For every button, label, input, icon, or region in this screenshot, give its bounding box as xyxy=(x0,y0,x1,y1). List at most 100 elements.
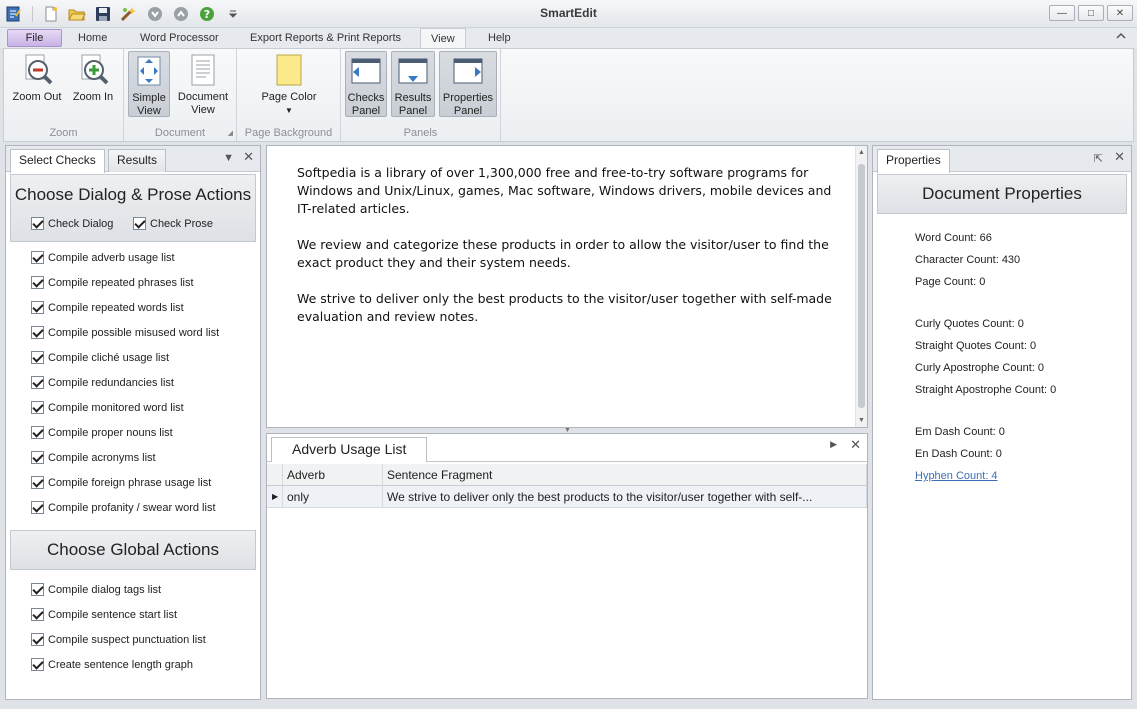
list-item[interactable]: Compile adverb usage list xyxy=(31,251,175,264)
tab-export-reports[interactable]: Export Reports & Print Reports xyxy=(240,28,411,49)
minimize-button[interactable]: — xyxy=(1049,5,1075,21)
collapse-ribbon-icon[interactable] xyxy=(1115,31,1127,44)
checkbox-checked[interactable] xyxy=(31,451,44,464)
document-properties-header: Document Properties xyxy=(877,174,1127,214)
panel-close-icon[interactable]: ✕ xyxy=(1114,149,1125,165)
maximize-button[interactable]: □ xyxy=(1078,5,1104,21)
checkbox-checked[interactable] xyxy=(31,217,44,230)
list-item[interactable]: Compile dialog tags list xyxy=(31,583,161,596)
close-button[interactable]: ✕ xyxy=(1107,5,1133,21)
scroll-up-icon[interactable]: ▲ xyxy=(858,149,865,156)
list-item[interactable]: Compile sentence start list xyxy=(31,608,177,621)
check-label: Compile proper nouns list xyxy=(48,426,173,439)
results-panel-button[interactable]: Results Panel xyxy=(391,51,435,117)
grid-header: Adverb Sentence Fragment xyxy=(267,464,867,486)
check-label: Compile acronyms list xyxy=(48,451,156,464)
zoom-in-button[interactable]: Zoom In xyxy=(66,51,120,117)
check-prose-checkbox[interactable]: Check Prose xyxy=(133,217,213,230)
check-dialog-label: Check Dialog xyxy=(48,217,114,230)
tab-properties[interactable]: Properties xyxy=(877,149,950,173)
document-view-button[interactable]: Document View xyxy=(174,51,232,117)
zoom-out-icon xyxy=(25,54,53,85)
panel-next-icon[interactable]: ▶ xyxy=(830,439,837,450)
simple-view-button[interactable]: Simple View xyxy=(128,51,170,117)
float-panel-icon[interactable]: ⇱ xyxy=(1094,152,1103,165)
hyphen-count-link[interactable]: Hyphen Count: 4 xyxy=(915,470,998,482)
straight-apostrophe-count: Straight Apostrophe Count: 0 xyxy=(915,384,1057,396)
document-group-launcher-icon[interactable]: ◢ xyxy=(228,129,233,137)
column-header-fragment[interactable]: Sentence Fragment xyxy=(383,464,867,486)
editor-paragraph[interactable]: Softpedia is a library of over 1,300,000… xyxy=(297,164,837,218)
editor-scrollbar[interactable]: ▲ ▼ xyxy=(855,146,867,427)
list-item[interactable]: Compile foreign phrase usage list xyxy=(31,476,211,489)
column-header-adverb[interactable]: Adverb xyxy=(283,464,383,486)
ribbon: Zoom Out Zoom In Zoom Simple View Docume… xyxy=(3,48,1134,142)
list-item[interactable]: Compile cliché usage list xyxy=(31,351,169,364)
check-label: Create sentence length graph xyxy=(48,658,193,671)
page-color-button[interactable]: Page Color ▼ xyxy=(251,51,327,117)
list-item[interactable]: Compile repeated phrases list xyxy=(31,276,194,289)
panel-menu-icon[interactable]: ▼ xyxy=(223,152,234,164)
editor-content[interactable]: Softpedia is a library of over 1,300,000… xyxy=(297,164,837,344)
properties-panel: Properties ⇱ ✕ Document Properties Word … xyxy=(872,145,1132,700)
global-actions-title: Choose Global Actions xyxy=(47,540,219,559)
adverb-cell[interactable]: only xyxy=(283,486,383,508)
tab-help[interactable]: Help xyxy=(478,28,521,49)
list-item[interactable]: Create sentence length graph xyxy=(31,658,193,671)
editor-paragraph[interactable]: We strive to deliver only the best produ… xyxy=(297,290,837,326)
checkbox-checked[interactable] xyxy=(31,633,44,646)
list-item[interactable]: Compile suspect punctuation list xyxy=(31,633,206,646)
list-item[interactable]: Compile possible misused word list xyxy=(31,326,219,339)
checkbox-checked[interactable] xyxy=(31,326,44,339)
checkbox-checked[interactable] xyxy=(31,401,44,414)
checks-panel-button[interactable]: Checks Panel xyxy=(345,51,387,117)
tab-adverb-usage-list[interactable]: Adverb Usage List xyxy=(271,437,428,462)
checkbox-checked[interactable] xyxy=(31,658,44,671)
fragment-cell[interactable]: We strive to deliver only the best produ… xyxy=(383,486,867,508)
checkbox-checked[interactable] xyxy=(133,217,146,230)
checkbox-checked[interactable] xyxy=(31,476,44,489)
checkbox-checked[interactable] xyxy=(31,426,44,439)
properties-panel-button[interactable]: Properties Panel xyxy=(439,51,497,117)
left-panel-tab-bar: Select Checks Results ▼ ✕ xyxy=(6,146,260,173)
list-item[interactable]: Compile profanity / swear word list xyxy=(31,501,216,514)
tab-home[interactable]: Home xyxy=(68,28,117,49)
checkbox-checked[interactable] xyxy=(31,608,44,621)
list-item[interactable]: Compile redundancies list xyxy=(31,376,174,389)
zoom-out-label: Zoom Out xyxy=(12,91,62,103)
editor-paragraph[interactable]: We review and categorize these products … xyxy=(297,236,837,272)
simple-view-label-2: View xyxy=(137,105,161,117)
tab-select-checks[interactable]: Select Checks xyxy=(10,149,105,173)
check-label: Compile possible misused word list xyxy=(48,326,220,339)
scroll-down-icon[interactable]: ▼ xyxy=(858,417,865,424)
checkbox-checked[interactable] xyxy=(31,501,44,514)
tab-results[interactable]: Results xyxy=(108,149,167,172)
list-item[interactable]: Compile repeated words list xyxy=(31,301,184,314)
list-item[interactable]: Compile acronyms list xyxy=(31,451,156,464)
scrollbar-thumb[interactable] xyxy=(858,164,865,408)
tab-view[interactable]: View xyxy=(420,28,466,49)
check-dialog-checkbox[interactable]: Check Dialog xyxy=(31,217,113,230)
checkbox-checked[interactable] xyxy=(31,351,44,364)
checkbox-checked[interactable] xyxy=(31,251,44,264)
table-row[interactable]: ▶ only We strive to deliver only the bes… xyxy=(267,486,867,508)
character-count: Character Count: 430 xyxy=(915,254,1021,266)
document-editor[interactable]: Softpedia is a library of over 1,300,000… xyxy=(266,145,868,428)
list-item[interactable]: Compile monitored word list xyxy=(31,401,184,414)
row-selector-icon[interactable]: ▶ xyxy=(267,486,283,508)
panel-close-icon[interactable]: ✕ xyxy=(850,437,861,453)
adverb-usage-panel: Adverb Usage List ▶ ✕ Adverb Sentence Fr… xyxy=(266,433,868,699)
check-label: Compile repeated words list xyxy=(48,301,184,314)
zoom-out-button[interactable]: Zoom Out xyxy=(9,51,65,117)
page-color-dropdown-icon[interactable]: ▼ xyxy=(251,104,327,117)
checkbox-checked[interactable] xyxy=(31,376,44,389)
list-item[interactable]: Compile proper nouns list xyxy=(31,426,173,439)
ribbon-group-zoom: Zoom Out Zoom In Zoom xyxy=(4,49,124,141)
panel-close-icon[interactable]: ✕ xyxy=(243,149,254,165)
tab-word-processor[interactable]: Word Processor xyxy=(130,28,229,49)
checkbox-checked[interactable] xyxy=(31,301,44,314)
checkbox-checked[interactable] xyxy=(31,276,44,289)
checkbox-checked[interactable] xyxy=(31,583,44,596)
tab-file[interactable]: File xyxy=(7,29,62,47)
check-prose-label: Check Prose xyxy=(150,217,213,230)
